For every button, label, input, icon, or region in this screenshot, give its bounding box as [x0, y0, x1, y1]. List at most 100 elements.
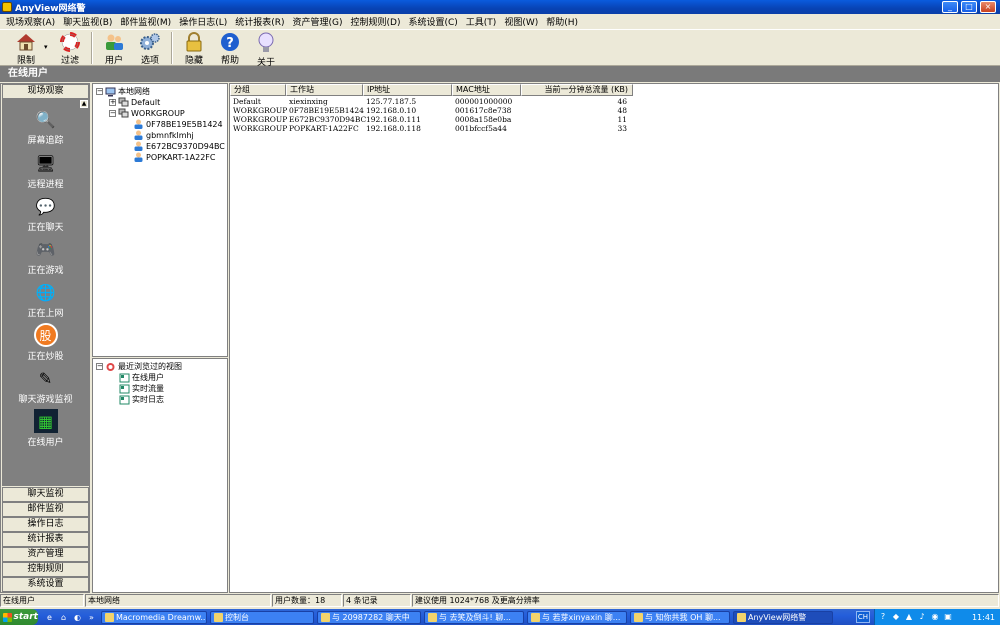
task-anyview[interactable]: AnyView网络警 — [733, 610, 833, 624]
task-chat[interactable]: 与 若芽xinyaxin 聊... — [527, 610, 627, 624]
column-header-mac[interactable]: MAC地址 — [452, 84, 521, 96]
tree-collapse-icon[interactable]: − — [96, 88, 103, 95]
maximize-button[interactable]: □ — [961, 1, 977, 13]
close-button[interactable]: × — [980, 1, 996, 13]
tree-collapse-icon[interactable]: − — [109, 109, 116, 117]
group-icon — [118, 97, 129, 107]
network-tray-icon[interactable]: ◉ — [930, 612, 940, 622]
shield-tray-icon[interactable]: ◆ — [891, 612, 901, 622]
tree-node-local-network[interactable]: − 本地网络 — [96, 86, 150, 97]
view-icon — [119, 373, 130, 383]
limit-dropdown-icon[interactable]: ▾ — [44, 30, 52, 51]
filter-button[interactable]: 过滤 — [52, 30, 88, 66]
task-chat[interactable]: 与 去笑及倒斗! 聊... — [424, 610, 524, 624]
nav-reports-button[interactable]: 统计报表 — [2, 532, 89, 547]
tree-collapse-icon[interactable]: − — [96, 363, 103, 370]
tree-node-recent-views[interactable]: − 最近浏览过的视图 — [96, 361, 182, 372]
view-icon — [119, 384, 130, 394]
task-console[interactable]: 控制台 — [210, 610, 314, 624]
bulb-icon — [255, 32, 277, 54]
status-resolution-hint: 建议使用 1024*768 及更高分辨率 — [412, 594, 999, 607]
minimize-button[interactable]: _ — [942, 1, 958, 13]
tree-node-host[interactable]: gbmnfklmhj — [133, 130, 194, 140]
column-header-group[interactable]: 分组 — [230, 84, 286, 96]
tree-expand-icon[interactable]: + — [109, 98, 116, 106]
table-row[interactable]: WORKGROUP 0F78BE19E5B1424 192.168.0.10 0… — [230, 106, 633, 115]
nav-operation-log-button[interactable]: 操作日志 — [2, 517, 89, 532]
help-button[interactable]: ? 帮助 — [212, 30, 248, 66]
media-icon[interactable]: ◐ — [72, 612, 83, 623]
column-header-ip[interactable]: IP地址 — [363, 84, 452, 96]
nav-item-remote-process[interactable]: 🖥 远程进程 — [2, 151, 89, 191]
ie-icon[interactable]: e — [44, 612, 55, 623]
shield-icon — [737, 612, 746, 622]
limit-button[interactable]: 限制 — [8, 30, 44, 66]
start-button[interactable]: start — [0, 609, 38, 625]
chat-icon: 💬 — [35, 196, 56, 216]
task-chat[interactable]: 与 20987282 聊天中 — [317, 610, 421, 624]
help-tray-icon[interactable]: ? — [878, 612, 888, 622]
menu-view[interactable]: 视图(W) — [500, 15, 542, 28]
column-header-traffic[interactable]: 当前一分钟总流量 (KB) — [521, 84, 633, 96]
toolbar-separator — [91, 32, 93, 64]
menu-operation-log[interactable]: 操作日志(L) — [175, 15, 231, 28]
desktop-icon[interactable]: ⌂ — [58, 612, 69, 623]
group-icon — [118, 108, 129, 118]
app-shield-icon — [2, 2, 12, 12]
more-icon[interactable]: » — [86, 612, 97, 623]
tree-node-host[interactable]: E672BC9370D94BC — [133, 141, 225, 151]
chat-window-icon — [531, 612, 540, 622]
menu-help[interactable]: 帮助(H) — [542, 15, 582, 28]
recent-view-item[interactable]: 实时日志 — [119, 394, 164, 405]
user-button[interactable]: 用户 — [96, 30, 132, 66]
nav-item-online-users[interactable]: ▦ 在线用户 — [2, 409, 89, 448]
menu-live-view[interactable]: 现场观察(A) — [2, 15, 59, 28]
user-icon — [133, 119, 144, 129]
hide-button[interactable]: 隐藏 — [176, 30, 212, 66]
users-icon — [103, 32, 125, 52]
nav-assets-button[interactable]: 资产管理 — [2, 547, 89, 562]
tree-node-host[interactable]: POPKART-1A22FC — [133, 152, 215, 162]
monitor-icon: 🖥 — [35, 153, 56, 173]
nav-item-stock-trading[interactable]: 股 正在炒股 — [2, 323, 89, 362]
nav-live-view-button[interactable]: 现场观察 — [2, 84, 89, 99]
about-button[interactable]: 关于 — [248, 30, 284, 68]
task-dreamweaver[interactable]: Macromedia Dreamw... — [101, 610, 207, 624]
menu-chat-monitor[interactable]: 聊天监视(B) — [59, 15, 116, 28]
menu-bar: 现场观察(A) 聊天监视(B) 邮件监视(M) 操作日志(L) 统计报表(R) … — [0, 14, 1000, 29]
nav-item-screen-track[interactable]: 🔍 屏幕追踪 — [2, 107, 89, 147]
tree-node-workgroup[interactable]: − WORKGROUP — [109, 108, 185, 118]
menu-reports[interactable]: 统计报表(R) — [231, 15, 288, 28]
nav-mail-monitor-button[interactable]: 邮件监视 — [2, 502, 89, 517]
options-button[interactable]: 选项 — [132, 30, 168, 66]
task-chat[interactable]: 与 知你共我 OH 聊... — [630, 610, 730, 624]
monitor-tray-icon[interactable]: ▣ — [943, 612, 953, 622]
tree-node-host[interactable]: 0F78BE19E5B1424 — [133, 119, 223, 129]
table-row[interactable]: WORKGROUP POPKART-1A22FC 192.168.0.118 0… — [230, 124, 633, 133]
table-row[interactable]: Default xiexinxing 125.77.187.5 00000100… — [230, 97, 633, 106]
menu-tools[interactable]: 工具(T) — [462, 15, 501, 28]
nav-item-browsing[interactable]: 🌐 正在上网 — [2, 280, 89, 320]
tree-node-default[interactable]: + Default — [109, 97, 160, 107]
nav-control-rules-button[interactable]: 控制规则 — [2, 562, 89, 577]
menu-control-rules[interactable]: 控制规则(D) — [347, 15, 405, 28]
language-indicator[interactable]: CH — [856, 611, 870, 623]
menu-settings[interactable]: 系统设置(C) — [404, 15, 461, 28]
user-icon — [133, 152, 144, 162]
nav-settings-button[interactable]: 系统设置 — [2, 577, 89, 592]
recent-view-item[interactable]: 实时流量 — [119, 383, 164, 394]
menu-assets[interactable]: 资产管理(G) — [289, 15, 347, 28]
grid-monitor-icon: ▦ — [33, 409, 58, 433]
gamepad-icon: 🎮 — [35, 239, 56, 259]
table-row[interactable]: WORKGROUP E672BC9370D94BC 192.168.0.111 … — [230, 115, 633, 124]
volume-icon[interactable]: ♪ — [917, 612, 927, 622]
chat-window-icon — [321, 612, 330, 622]
warning-tray-icon[interactable]: ▲ — [904, 612, 914, 622]
nav-item-chatting[interactable]: 💬 正在聊天 — [2, 194, 89, 234]
nav-item-chat-game-monitor[interactable]: ✎ 聊天游戏监视 — [2, 366, 89, 406]
menu-mail-monitor[interactable]: 邮件监视(M) — [116, 15, 175, 28]
nav-item-gaming[interactable]: 🎮 正在游戏 — [2, 237, 89, 277]
column-header-workstation[interactable]: 工作站 — [286, 84, 363, 96]
recent-view-item[interactable]: 在线用户 — [119, 372, 164, 383]
nav-chat-monitor-button[interactable]: 聊天监视 — [2, 487, 89, 502]
